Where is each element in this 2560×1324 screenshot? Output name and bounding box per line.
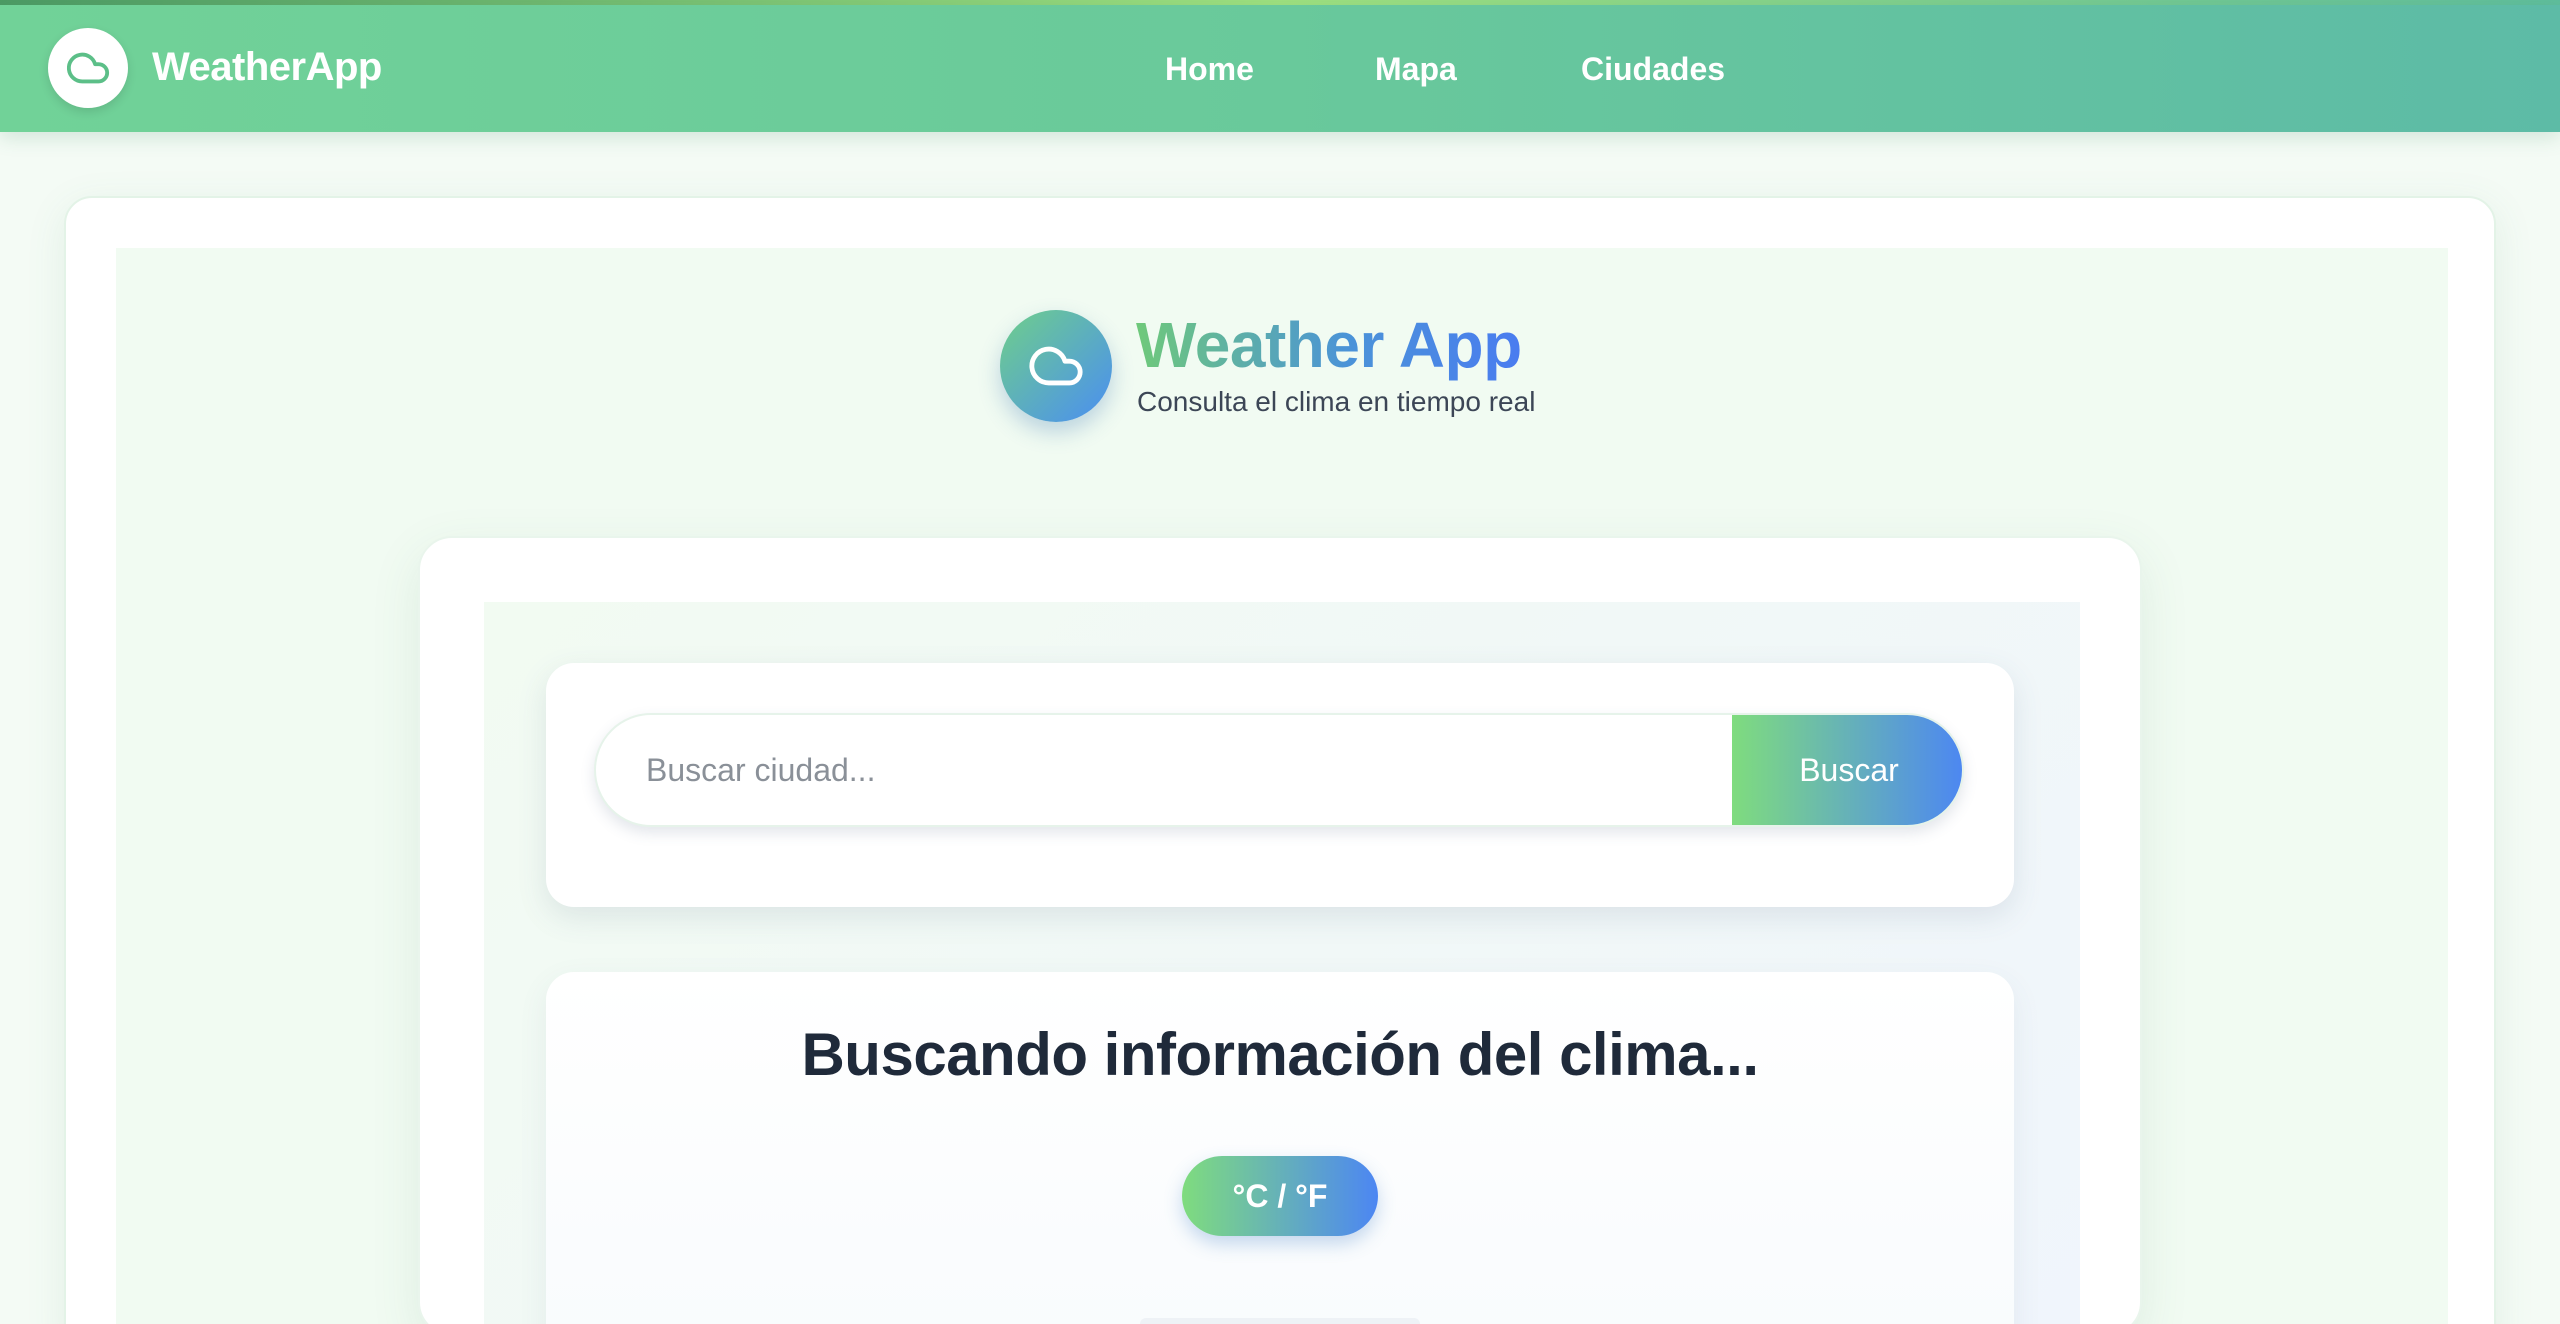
search-button[interactable]: Buscar bbox=[1732, 715, 1962, 825]
search-input[interactable] bbox=[596, 715, 1732, 825]
nav-logo[interactable] bbox=[48, 28, 128, 108]
nav-brand[interactable]: WeatherApp bbox=[152, 45, 382, 90]
cloud-icon bbox=[1029, 346, 1083, 386]
nav-link-home[interactable]: Home bbox=[1165, 51, 1265, 88]
search-bar: Buscar bbox=[594, 713, 1964, 827]
cloud-icon bbox=[66, 52, 110, 84]
hero-logo bbox=[1000, 310, 1112, 422]
unit-toggle-button[interactable]: °C / °F bbox=[1182, 1156, 1378, 1236]
navbar: WeatherApp Home Mapa Ciudades bbox=[0, 5, 2560, 132]
nav-link-mapa[interactable]: Mapa bbox=[1375, 51, 1475, 88]
page-subtitle: Consulta el clima en tiempo real bbox=[1137, 386, 1536, 417]
page-title: Weather App bbox=[1136, 309, 1522, 381]
status-title: Buscando información del clima... bbox=[801, 1021, 1759, 1088]
loading-placeholder bbox=[1140, 1318, 1420, 1324]
nav-link-ciudades[interactable]: Ciudades bbox=[1581, 51, 1761, 88]
